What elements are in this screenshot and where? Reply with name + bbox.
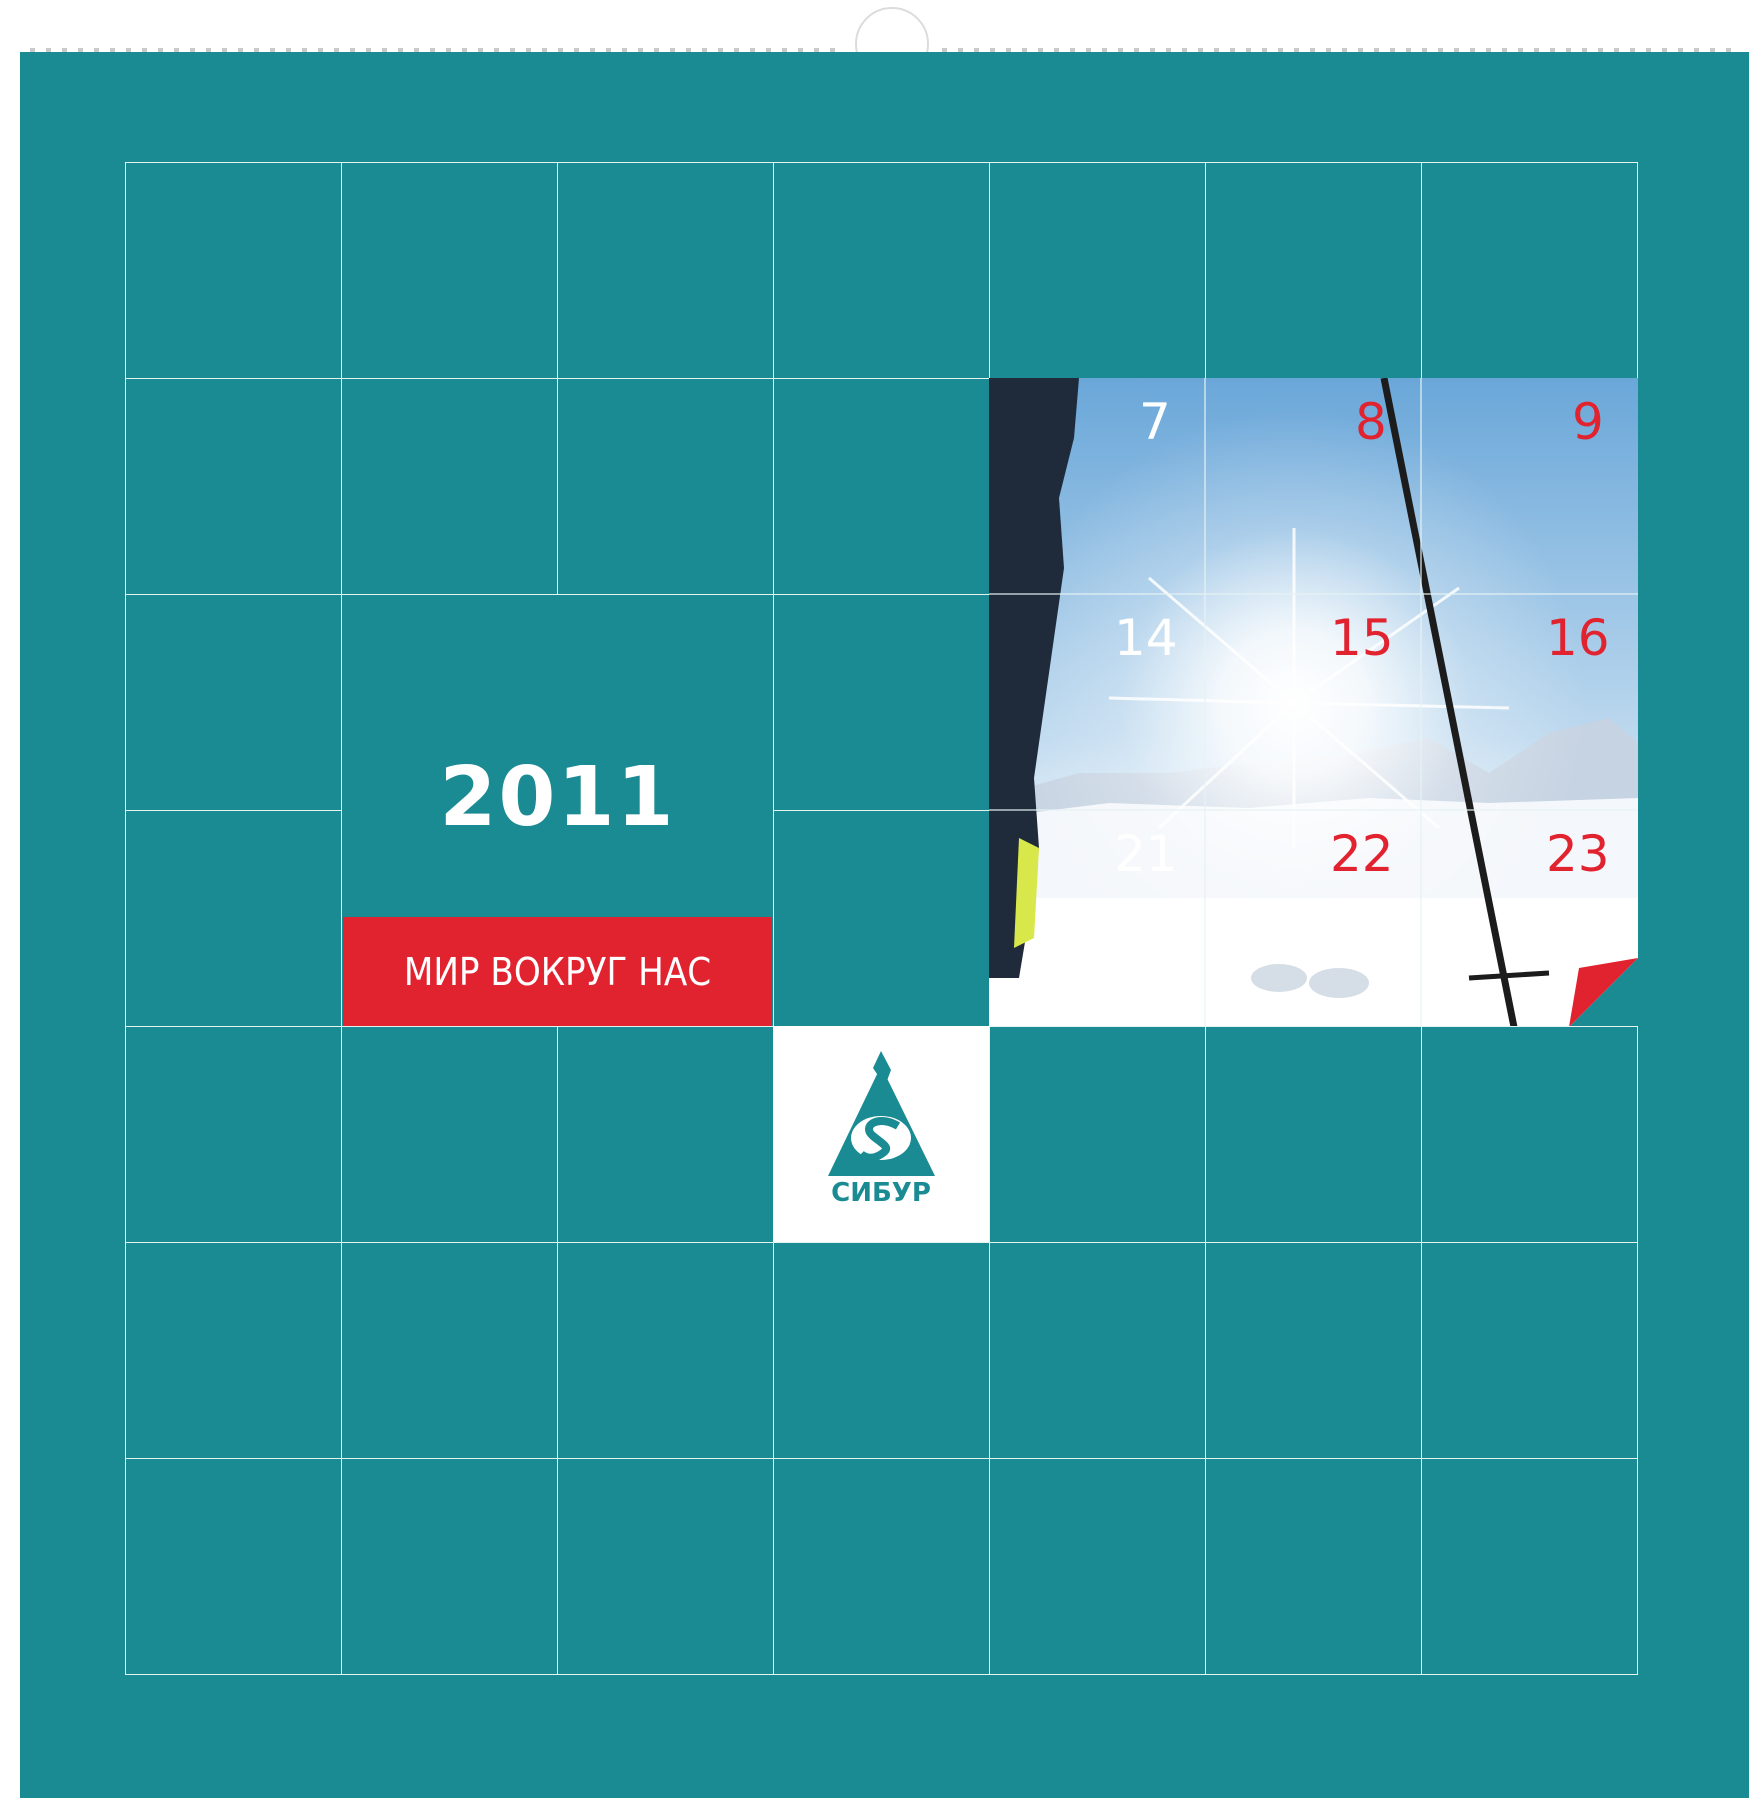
- day-number: 7: [1139, 393, 1171, 451]
- grid-cell: [1421, 1458, 1638, 1675]
- grid-cell: [557, 1458, 774, 1675]
- calendar-grid: 2011 МИР ВОКРУГ НАС 7 8 9 14 15 16 21 22…: [125, 162, 1638, 1675]
- grid-cell: [989, 162, 1206, 379]
- grid-cell: [989, 1458, 1206, 1675]
- grid-cell: [125, 378, 342, 595]
- grid-cell: [773, 162, 990, 379]
- grid-cell: [341, 1026, 558, 1243]
- grid-cell: [773, 1242, 990, 1459]
- grid-cell: [125, 162, 342, 379]
- grid-cell: [557, 1242, 774, 1459]
- day-number: 14: [1114, 609, 1178, 667]
- grid-cell: [989, 1026, 1206, 1243]
- grid-cell: [341, 1242, 558, 1459]
- day-number: 21: [1114, 825, 1178, 883]
- grid-cell: [125, 810, 342, 1027]
- year-label: 2011: [439, 750, 676, 845]
- grid-cell: [557, 1026, 774, 1243]
- grid-cell: [125, 1458, 342, 1675]
- ski-sun-image: [989, 378, 1638, 1027]
- grid-cell: [1205, 162, 1422, 379]
- grid-cell: [989, 1242, 1206, 1459]
- grid-cell: [1205, 1242, 1422, 1459]
- grid-cell: [125, 1026, 342, 1243]
- grid-cell: [341, 162, 558, 379]
- grid-cell: [557, 162, 774, 379]
- grid-cell: [773, 594, 990, 811]
- grid-cell: [341, 378, 558, 595]
- winter-photo: 7 8 9 14 15 16 21 22 23: [989, 378, 1638, 1027]
- grid-cell: [125, 1242, 342, 1459]
- day-number: 22: [1330, 825, 1394, 883]
- grid-cell: [125, 594, 342, 811]
- grid-cell: [773, 378, 990, 595]
- grid-cell: [557, 378, 774, 595]
- grid-cell: [1421, 162, 1638, 379]
- theme-banner: МИР ВОКРУГ НАС: [343, 917, 772, 1027]
- day-number: 16: [1546, 609, 1610, 667]
- grid-cell: [341, 1458, 558, 1675]
- day-number: 15: [1330, 609, 1394, 667]
- logo-cell: СИБУР: [773, 1026, 990, 1243]
- grid-cell: [773, 810, 990, 1027]
- logo-wordmark: СИБУР: [831, 1178, 931, 1208]
- grid-cell: [1421, 1242, 1638, 1459]
- sibur-logo: СИБУР: [828, 1051, 935, 1208]
- day-number: 8: [1355, 393, 1387, 451]
- grid-cell: [1205, 1458, 1422, 1675]
- day-number: 23: [1546, 825, 1610, 883]
- grid-cell: [1205, 1026, 1422, 1243]
- grid-cell: [773, 1458, 990, 1675]
- grid-cell: [1421, 1026, 1638, 1243]
- day-number: 9: [1572, 393, 1604, 451]
